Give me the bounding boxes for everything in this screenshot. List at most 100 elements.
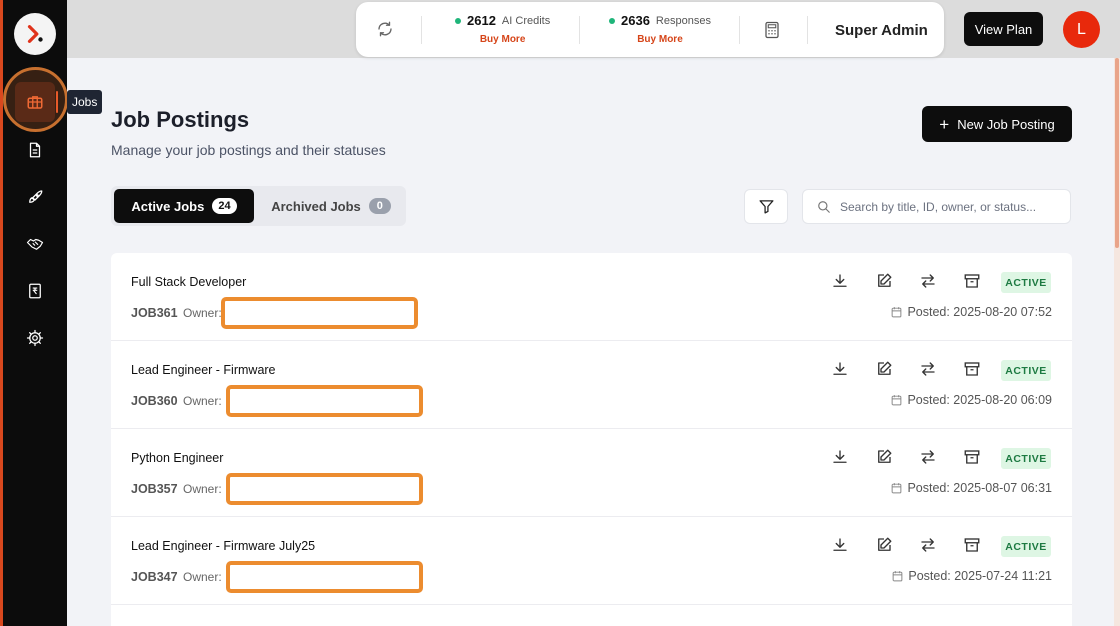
posted-date: Posted: 2025-08-20 07:52 [891,305,1052,319]
job-title[interactable]: Lead Engineer - Firmware July25 [131,539,315,553]
active-indicator [56,91,58,113]
plus-icon: + [939,114,950,134]
job-title[interactable]: Full Stack Developer [131,275,246,289]
job-title[interactable]: Lead Engineer - Firmware [131,363,276,377]
job-row[interactable]: Python Engineer JOB357 Owner: ACTIVE Pos… [111,429,1072,517]
transfer-icon[interactable] [919,448,937,466]
archive-icon[interactable] [963,272,981,290]
sidebar: Jobs [0,0,103,626]
user-role: Super Admin [835,22,928,39]
filter-icon [758,200,774,214]
sidebar-item-launch[interactable] [15,177,55,217]
page-title: Job Postings [111,107,250,132]
status-badge: ACTIVE [1001,536,1051,557]
posted-text: Posted: 2025-08-20 07:52 [907,305,1052,319]
posted-text: Posted: 2025-08-07 06:31 [907,481,1052,495]
transfer-icon[interactable] [919,360,937,378]
ai-credits-stat: 2612 AI Credits Buy More [455,13,550,45]
tab-active-jobs[interactable]: Active Jobs 24 [114,189,254,223]
calculator-icon[interactable] [764,21,780,39]
divider [579,16,580,44]
count-badge: 0 [368,198,391,214]
count-badge: 24 [212,198,237,214]
status-dot [609,17,615,24]
status-badge: ACTIVE [1001,448,1051,469]
job-row[interactable]: Lead Engineer - Firmware July25 JOB347 O… [111,517,1072,605]
transfer-icon[interactable] [919,272,937,290]
sidebar-item-billing[interactable] [15,271,55,311]
posted-text: Posted: 2025-07-24 11:21 [908,569,1052,583]
edit-icon[interactable] [875,360,893,378]
tab-archived-jobs[interactable]: Archived Jobs 0 [261,189,401,223]
owner-label: Owner: [183,570,222,584]
rupee-receipt-icon [29,283,41,299]
status-badge: ACTIVE [1001,272,1051,293]
search-box [802,189,1071,224]
ai-credits-label: AI Credits [501,14,551,27]
redacted-owner [226,561,423,593]
download-icon[interactable] [831,536,849,554]
redacted-owner [226,385,423,417]
sidebar-item-settings[interactable] [15,318,55,358]
archive-icon[interactable] [963,448,981,466]
edit-icon[interactable] [875,448,893,466]
posted-text: Posted: 2025-08-20 06:09 [907,393,1052,407]
sidebar-item-jobs[interactable] [15,82,55,122]
job-tabs: Active Jobs 24 Archived Jobs 0 [111,186,406,226]
responses-stat: 2636 Responses Buy More [609,13,711,45]
job-row[interactable]: Full Stack Developer JOB361 Owner: ACTIV… [111,253,1072,341]
job-id: JOB347 [131,570,178,584]
responses-value: 2636 [621,13,650,28]
status-badge: ACTIVE [1001,360,1051,381]
archive-icon[interactable] [963,536,981,554]
filter-button[interactable] [744,189,788,224]
buy-more-credits-link[interactable]: Buy More [455,34,550,45]
row-actions [831,448,981,466]
owner-label: Owner: [183,482,222,496]
calendar-icon [892,307,902,318]
new-job-posting-label: New Job Posting [957,116,1055,132]
owner-label: Owner: [183,394,222,408]
buy-more-responses-link[interactable]: Buy More [609,34,711,45]
new-job-posting-button[interactable]: + New Job Posting [922,106,1072,142]
redacted-owner [221,297,418,329]
edit-icon[interactable] [875,536,893,554]
job-id: JOB360 [131,394,178,408]
posted-date: Posted: 2025-07-24 11:21 [892,569,1052,583]
divider [739,16,740,44]
owner-label: Owner: [183,306,222,320]
view-plan-button[interactable]: View Plan [964,12,1043,46]
logo[interactable] [14,13,56,55]
row-actions [831,360,981,378]
calendar-icon [893,571,903,582]
briefcase-icon [27,96,43,109]
archive-icon[interactable] [963,360,981,378]
edit-icon[interactable] [875,272,893,290]
avatar[interactable]: L [1063,11,1100,48]
usage-stats-panel: 2612 AI Credits Buy More 2636 Responses … [356,2,944,57]
status-dot [455,17,461,24]
redacted-owner [226,473,423,505]
gear-icon [26,329,44,347]
download-icon[interactable] [831,448,849,466]
scrollbar-thumb[interactable] [1115,58,1119,248]
search-input[interactable] [840,190,1065,223]
divider [807,16,808,44]
responses-label: Responses [655,14,711,27]
sidebar-item-documents[interactable] [15,130,55,170]
job-row[interactable]: Lead Engineer - Firmware JOB360 Owner: A… [111,341,1072,429]
logo-chevron-icon [27,25,43,43]
tab-label: Active Jobs [131,198,205,214]
refresh-icon[interactable] [376,20,394,38]
ai-credits-value: 2612 [467,13,496,28]
sidebar-tooltip: Jobs [67,90,103,114]
posted-date: Posted: 2025-08-20 06:09 [891,393,1052,407]
transfer-icon[interactable] [919,536,937,554]
search-icon [818,201,830,213]
document-icon [29,142,41,158]
download-icon[interactable] [831,272,849,290]
job-id: JOB357 [131,482,178,496]
job-title[interactable]: Python Engineer [131,451,223,465]
sidebar-item-partners[interactable] [15,224,55,264]
download-icon[interactable] [831,360,849,378]
